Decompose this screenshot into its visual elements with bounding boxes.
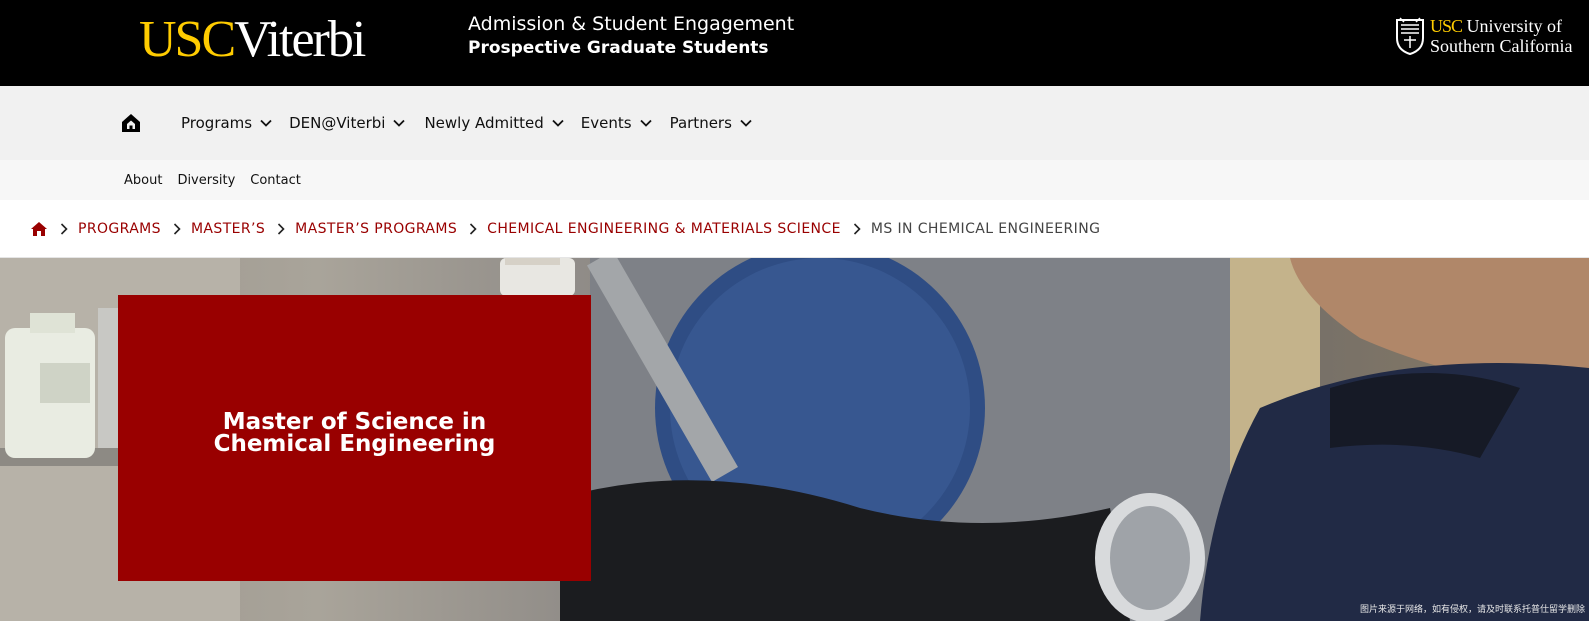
chevron-down-icon [552, 119, 564, 127]
tagline-department: Admission & Student Engagement [468, 13, 795, 35]
usc-viterbi-logo[interactable]: USC Viterbi [139, 8, 366, 72]
university-name: USC University of Southern California [1430, 16, 1572, 56]
usc-university-logo[interactable]: USC University of Southern California [1394, 16, 1572, 56]
chevron-right-icon [470, 222, 477, 235]
breadcrumb: PROGRAMS MASTER’S MASTER’S PROGRAMS CHEM… [0, 200, 1589, 258]
chevron-down-icon [393, 119, 406, 127]
hero-title-card: Master of Science in Chemical Engineerin… [118, 295, 591, 581]
nav-item-label: Programs [181, 114, 253, 132]
chevron-right-icon [278, 222, 285, 235]
subnav-contact-link[interactable]: Contact [250, 173, 301, 188]
breadcrumb-masters-programs[interactable]: MASTER’S PROGRAMS [295, 221, 457, 237]
image-credit-caption: 图片来源于网络，如有侵权，请及时联系托普仕留学删除 [1359, 605, 1585, 615]
site-tagline: Admission & Student Engagement Prospecti… [468, 12, 794, 60]
university-line2: Southern California [1430, 36, 1573, 56]
logo-viterbi-text: Viterbi [234, 11, 366, 68]
subnav-diversity-link[interactable]: Diversity [177, 173, 235, 188]
nav-item-partners[interactable]: Partners [670, 114, 752, 132]
nav-menu: Programs DEN@Viterbi Newly Admitted Even… [181, 86, 752, 160]
nav-item-label: Partners [669, 114, 732, 132]
breadcrumb-current-page: MS IN CHEMICAL ENGINEERING [870, 220, 1101, 237]
breadcrumb-trail: PROGRAMS MASTER’S MASTER’S PROGRAMS CHEM… [30, 200, 1100, 257]
breadcrumb-chemical-engineering-materials-science[interactable]: CHEMICAL ENGINEERING & MATERIALS SCIENCE [487, 221, 841, 237]
chevron-down-icon [639, 119, 652, 127]
chevron-right-icon [60, 222, 68, 235]
nav-item-label: DEN@Viterbi [289, 114, 386, 132]
chevron-down-icon [260, 119, 272, 127]
nav-item-label: Events [580, 114, 632, 132]
breadcrumb-masters[interactable]: MASTER’S [191, 221, 265, 237]
chevron-down-icon [740, 119, 752, 127]
secondary-navigation: About Diversity Contact [0, 160, 1589, 200]
usc-seal-icon [1396, 17, 1424, 56]
home-icon [122, 114, 140, 132]
tagline-audience: Prospective Graduate Students [468, 38, 769, 58]
page-title: Master of Science in Chemical Engineerin… [213, 409, 496, 457]
university-usc-text: USC [1430, 16, 1463, 36]
chevron-right-icon [853, 222, 861, 235]
nav-item-label: Newly Admitted [424, 114, 544, 132]
main-navigation: Programs DEN@Viterbi Newly Admitted Even… [0, 86, 1589, 160]
secondary-menu: About Diversity Contact [124, 160, 316, 200]
logo-usc-text: USC [139, 11, 236, 68]
nav-home-link[interactable] [120, 112, 142, 134]
university-line1: University of [1466, 16, 1562, 36]
nav-item-newly-admitted[interactable]: Newly Admitted [424, 114, 564, 132]
home-icon[interactable] [30, 221, 48, 237]
nav-item-events[interactable]: Events [581, 114, 652, 132]
hero-banner: Master of Science in Chemical Engineerin… [0, 258, 1589, 621]
site-header: USC Viterbi Admission & Student Engageme… [0, 0, 1589, 86]
breadcrumb-programs[interactable]: PROGRAMS [78, 221, 161, 237]
nav-item-den-viterbi[interactable]: DEN@Viterbi [289, 114, 406, 132]
subnav-about-link[interactable]: About [124, 173, 162, 188]
chevron-right-icon [173, 222, 181, 235]
nav-item-programs[interactable]: Programs [181, 114, 272, 132]
